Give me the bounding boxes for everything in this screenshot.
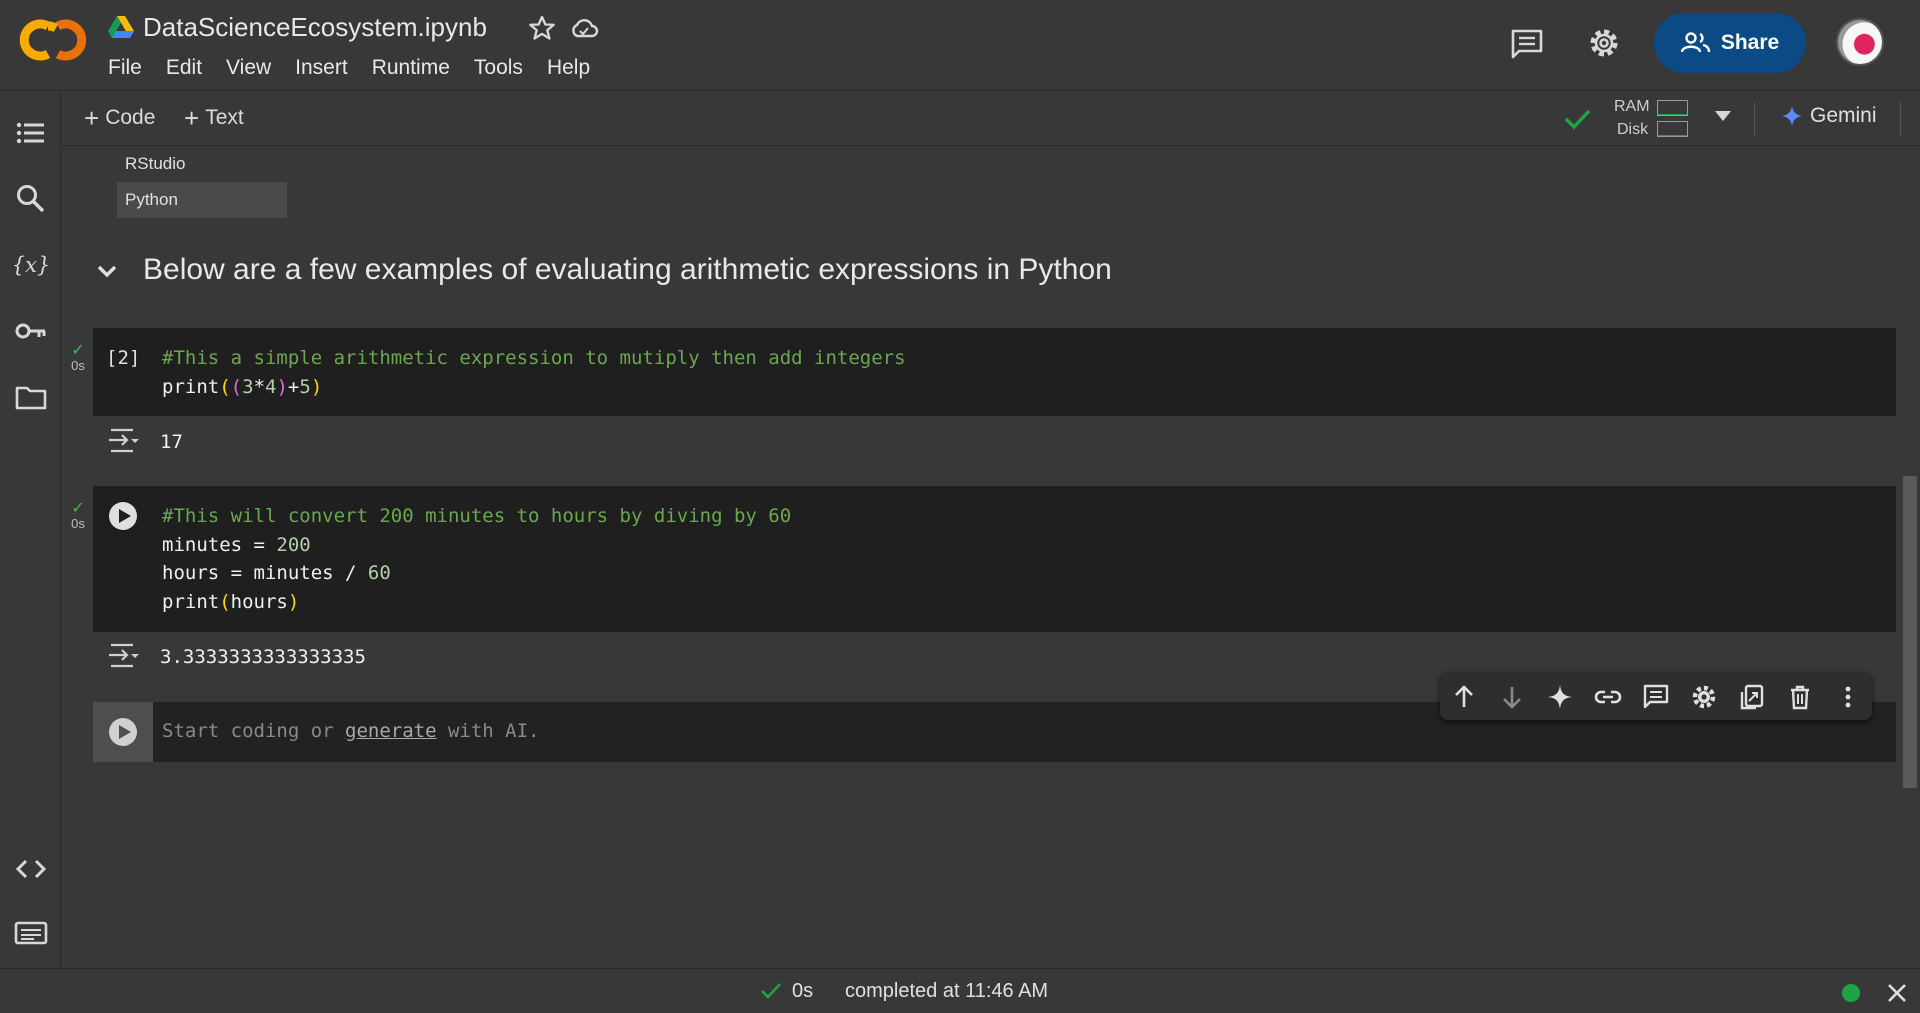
connected-check-icon[interactable]	[1562, 104, 1592, 134]
search-icon[interactable]	[14, 182, 48, 216]
toolbar-divider	[1900, 102, 1901, 136]
disk-usage-fill	[1658, 135, 1687, 136]
notebook-toolbar: + Code + Text RAM Disk Gemini	[62, 92, 1920, 146]
toc-item-rstudio[interactable]: RStudio	[117, 146, 287, 182]
cell-placeholder[interactable]: Start coding or generate with AI.	[162, 720, 540, 742]
chevron-down-icon[interactable]	[1714, 110, 1732, 122]
code-line[interactable]: print((3*4)+5)	[162, 376, 322, 398]
menu-view[interactable]: View	[226, 56, 271, 80]
scrollbar-thumb[interactable]	[1903, 476, 1917, 788]
cell-output: 17	[160, 431, 183, 453]
comments-icon[interactable]	[1510, 28, 1544, 60]
colab-logo[interactable]	[18, 14, 86, 66]
placeholder-text: Start coding or	[162, 720, 346, 742]
menu-file[interactable]: File	[108, 56, 142, 80]
cell-run-time: 0s	[71, 516, 85, 531]
output-actions-icon[interactable]	[107, 641, 141, 671]
gemini-sparkle-icon[interactable]	[1546, 683, 1574, 711]
generate-link[interactable]: generate	[345, 720, 437, 742]
gemini-sparkle-icon	[1782, 106, 1802, 126]
menu-edit[interactable]: Edit	[166, 56, 202, 80]
close-icon[interactable]	[1886, 982, 1908, 1004]
secrets-key-icon[interactable]	[14, 314, 48, 348]
toc-item-python[interactable]: Python	[117, 182, 287, 218]
more-options-icon[interactable]	[1834, 683, 1862, 711]
gemini-label: Gemini	[1810, 104, 1877, 127]
gemini-button[interactable]: Gemini	[1782, 104, 1877, 128]
code-cell[interactable]	[93, 328, 1896, 416]
ram-usage-fill	[1658, 114, 1687, 115]
section-heading: Below are a few examples of evaluating a…	[143, 253, 1112, 286]
svg-text:{x}: {x}	[14, 253, 48, 277]
left-sidebar: {x}	[0, 92, 61, 968]
check-icon: ✓	[71, 342, 85, 359]
output-actions-icon[interactable]	[107, 426, 141, 456]
code-line[interactable]: hours = minutes / 60	[162, 562, 391, 584]
variables-icon[interactable]: {x}	[14, 248, 48, 282]
plus-icon: +	[184, 103, 200, 133]
cell-toolbar	[1440, 672, 1872, 720]
disk-label: Disk	[1617, 121, 1649, 138]
code-line[interactable]: #This a simple arithmetic expression to …	[162, 347, 906, 369]
ram-usage-bar[interactable]	[1657, 100, 1688, 116]
toolbar-divider	[1754, 102, 1755, 136]
delete-icon[interactable]	[1786, 683, 1814, 711]
add-code-label: Code	[105, 106, 156, 129]
check-icon: ✓	[71, 500, 85, 517]
share-label: Share	[1720, 31, 1780, 54]
plus-icon: +	[84, 103, 100, 133]
menu-runtime[interactable]: Runtime	[372, 56, 450, 80]
cell-run-status: ✓ 0s	[66, 500, 90, 532]
move-up-icon[interactable]	[1450, 683, 1478, 711]
move-down-icon[interactable]	[1498, 683, 1526, 711]
add-code-cell-button[interactable]: + Code	[84, 103, 156, 133]
share-button[interactable]: Share	[1654, 13, 1806, 73]
run-cell-button[interactable]	[107, 500, 139, 532]
code-line[interactable]: #This will convert 200 minutes to hours …	[162, 505, 791, 527]
add-text-cell-button[interactable]: + Text	[184, 103, 244, 133]
code-line[interactable]: minutes = 200	[162, 534, 311, 556]
disk-usage-bar[interactable]	[1657, 121, 1688, 137]
comment-icon[interactable]	[1642, 683, 1670, 711]
status-bar: 0s completed at 11:46 AM	[0, 968, 1920, 1013]
people-icon	[1680, 32, 1711, 53]
execution-elapsed[interactable]: 0s	[792, 980, 813, 1003]
menu-tools[interactable]: Tools	[474, 56, 523, 80]
runtime-status-dot	[1842, 984, 1860, 1002]
execution-status-message[interactable]: completed at 11:46 AM	[845, 980, 1048, 1003]
toc-list: RStudio Python	[117, 146, 287, 218]
star-icon[interactable]	[528, 14, 556, 42]
add-text-label: Text	[205, 106, 244, 129]
ram-label: RAM	[1614, 98, 1650, 115]
folder-icon[interactable]	[14, 380, 48, 414]
notebook-title[interactable]: DataScienceEcosystem.ipynb	[143, 12, 487, 43]
execution-count[interactable]: [2]	[106, 347, 140, 369]
table-of-contents-icon[interactable]	[14, 116, 48, 150]
check-icon	[761, 983, 781, 999]
menu-help[interactable]: Help	[547, 56, 590, 80]
section-collapse-chevron-icon[interactable]	[94, 258, 120, 284]
mirror-cell-icon[interactable]	[1738, 683, 1766, 711]
terminal-icon[interactable]	[14, 916, 48, 950]
menu-bar: File Edit View Insert Runtime Tools Help	[108, 56, 614, 80]
run-cell-button[interactable]	[107, 716, 139, 748]
menu-insert[interactable]: Insert	[295, 56, 348, 80]
link-icon[interactable]	[1594, 683, 1622, 711]
google-drive-icon[interactable]	[108, 16, 134, 38]
code-line[interactable]: print(hours)	[162, 591, 299, 613]
user-avatar[interactable]	[1836, 18, 1884, 66]
cloud-saved-icon[interactable]	[569, 14, 599, 42]
top-header: DataScienceEcosystem.ipynb File Edit Vie…	[0, 0, 1920, 91]
cell-run-time: 0s	[71, 358, 85, 373]
settings-gear-icon[interactable]	[1586, 25, 1622, 61]
cell-settings-icon[interactable]	[1690, 683, 1718, 711]
code-snippets-icon[interactable]	[14, 852, 48, 886]
cell-output: 3.3333333333333335	[160, 646, 366, 668]
cell-run-status: ✓ 0s	[66, 342, 90, 374]
placeholder-text: with AI.	[436, 720, 540, 742]
